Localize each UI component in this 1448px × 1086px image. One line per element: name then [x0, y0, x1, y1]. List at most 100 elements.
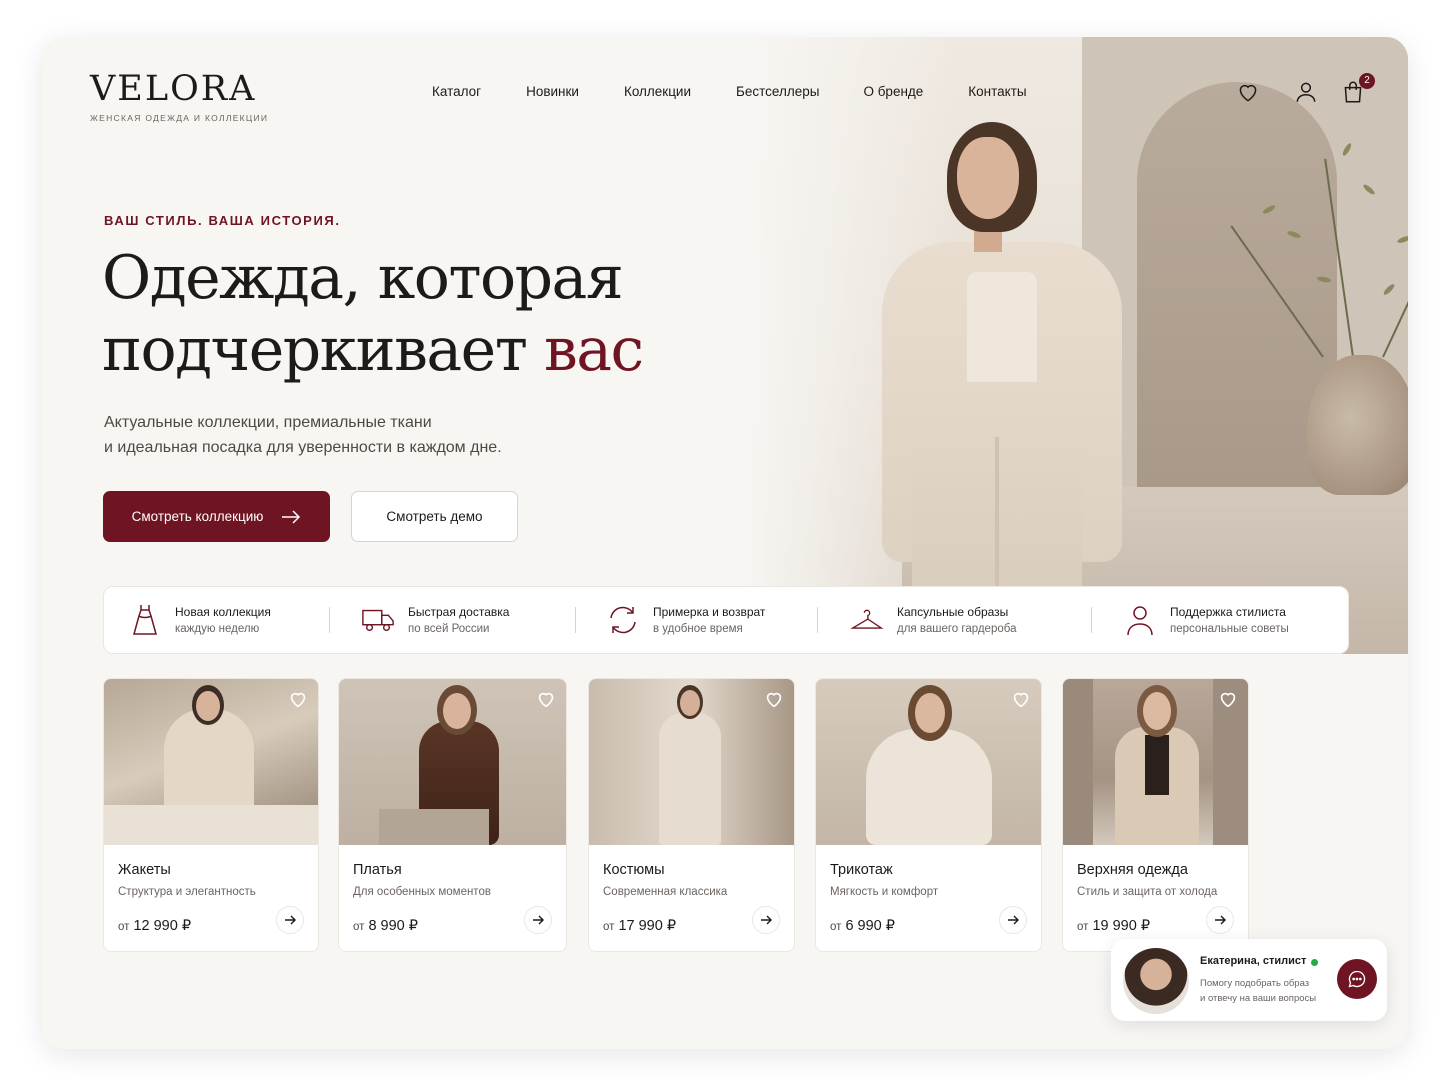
divider	[817, 607, 818, 633]
account-button[interactable]	[1293, 79, 1319, 105]
stylist-chat-widget[interactable]: Екатерина, стилист Помогу подобрать обра…	[1111, 939, 1387, 1021]
feature-delivery: Быстрая доставка по всей России	[361, 587, 509, 653]
heart-icon	[290, 692, 306, 708]
product-subtitle: Для особенных моментов	[353, 886, 491, 898]
arrow-right-icon	[285, 915, 296, 925]
price-prefix: от	[353, 921, 365, 933]
user-icon	[1296, 82, 1316, 102]
hero-image	[742, 37, 1408, 654]
feature-capsule: Капсульные образы для вашего гардероба	[850, 587, 1016, 653]
headline-accent: вас	[543, 315, 644, 385]
view-collection-button[interactable]: Смотреть коллекцию	[103, 491, 330, 542]
feature-sub: персональные советы	[1170, 623, 1289, 635]
open-product-button[interactable]	[524, 906, 552, 934]
feature-new-collection: Новая коллекция каждую неделю	[128, 587, 271, 653]
hero-headline: Одежда, которая подчеркивает вас	[102, 242, 644, 386]
product-subtitle: Современная классика	[603, 886, 728, 898]
feature-title: Новая коллекция	[175, 605, 271, 619]
product-price: от 6 990 ₽	[830, 918, 1027, 934]
chat-bubble-icon	[1348, 970, 1366, 988]
product-card-dresses[interactable]: Платья Для особенных моментов от 8 990 ₽	[338, 678, 567, 952]
open-chat-button[interactable]	[1337, 959, 1377, 999]
price-prefix: от	[830, 921, 842, 933]
open-product-button[interactable]	[1206, 906, 1234, 934]
brand-tagline: женская одежда и коллекции	[90, 113, 269, 123]
feature-fitting: Примерка и возврат в удобное время	[606, 587, 765, 653]
price-value: 6 990 ₽	[845, 918, 895, 934]
stylist-message-line-1: Помогу подобрать образ	[1200, 978, 1310, 989]
feature-sub: по всей России	[408, 623, 490, 635]
stylist-message: Помогу подобрать образ и отвечу на ваши …	[1200, 976, 1340, 1006]
divider	[329, 607, 330, 633]
feature-title: Поддержка стилиста	[1170, 605, 1286, 619]
feature-title: Капсульные образы	[897, 605, 1009, 619]
features-strip: Новая коллекция каждую неделю Быстрая до…	[103, 586, 1349, 654]
product-card-jackets[interactable]: Жакеты Структура и элегантность от 12 99…	[103, 678, 319, 952]
open-product-button[interactable]	[999, 906, 1027, 934]
feature-title: Примерка и возврат	[653, 605, 766, 619]
lead-line-1: Актуальные коллекции, премиальные ткани	[104, 414, 432, 431]
price-value: 8 990 ₽	[368, 918, 418, 934]
view-demo-button[interactable]: Смотреть демо	[351, 491, 518, 542]
product-card-knitwear[interactable]: Трикотаж Мягкость и комфорт от 6 990 ₽	[815, 678, 1042, 952]
product-title: Верхняя одежда	[1077, 862, 1188, 878]
brand-name: VELORA	[90, 69, 257, 109]
heart-icon	[1239, 84, 1257, 102]
product-card-suits[interactable]: Костюмы Современная классика от 17 990 ₽	[588, 678, 795, 952]
view-collection-label: Смотреть коллекцию	[131, 509, 264, 524]
arrow-right-icon	[761, 915, 772, 925]
stylist-message-line-2: и отвечу на ваши вопросы	[1200, 993, 1317, 1004]
truck-icon	[361, 603, 395, 637]
product-image	[339, 679, 566, 845]
feature-sub: каждую неделю	[175, 623, 260, 635]
favorite-button[interactable]	[287, 688, 309, 710]
nav-item-bestsellers[interactable]: Бестселлеры	[736, 84, 819, 99]
favorite-button[interactable]	[1010, 688, 1032, 710]
nav-item-about[interactable]: О бренде	[863, 84, 923, 99]
open-product-button[interactable]	[276, 906, 304, 934]
product-title: Жакеты	[118, 862, 171, 878]
nav-item-new[interactable]: Новинки	[526, 84, 579, 99]
headline-line-1: Одежда, которая	[102, 243, 624, 313]
product-subtitle: Стиль и защита от холода	[1077, 886, 1218, 898]
open-product-button[interactable]	[752, 906, 780, 934]
arrow-right-icon	[282, 509, 301, 524]
feature-title: Быстрая доставка	[408, 605, 510, 619]
headline-line-2-text: подчеркивает	[102, 315, 528, 385]
product-image	[104, 679, 318, 845]
product-subtitle: Мягкость и комфорт	[830, 886, 939, 898]
price-prefix: от	[603, 921, 615, 933]
stylist-avatar	[1123, 948, 1189, 1014]
price-value: 19 990 ₽	[1092, 918, 1151, 934]
page-frame: VELORA женская одежда и коллекции Катало…	[42, 37, 1408, 1049]
price-prefix: от	[118, 921, 130, 933]
hero-eyebrow: ВАШ СТИЛЬ. ВАША ИСТОРИЯ.	[104, 213, 341, 228]
heart-icon	[1013, 692, 1029, 708]
wishlist-button[interactable]	[1235, 79, 1261, 105]
lead-line-2: и идеальная посадка для уверенности в ка…	[104, 439, 502, 456]
refresh-icon	[606, 603, 640, 637]
nav-item-collections[interactable]: Коллекции	[624, 84, 691, 99]
product-image	[816, 679, 1041, 845]
favorite-button[interactable]	[1217, 688, 1239, 710]
main-nav: Каталог Новинки Коллекции Бестселлеры О …	[432, 84, 1027, 99]
hanger-icon	[850, 603, 884, 637]
product-price: от 8 990 ₽	[353, 918, 552, 934]
stylist-name: Екатерина, стилист	[1200, 955, 1307, 967]
heart-icon	[1220, 692, 1236, 708]
view-demo-label: Смотреть демо	[386, 509, 483, 524]
product-title: Платья	[353, 862, 402, 878]
online-status-indicator	[1311, 959, 1318, 966]
price-value: 12 990 ₽	[133, 918, 192, 934]
arrow-right-icon	[533, 915, 544, 925]
arrow-right-icon	[1215, 915, 1226, 925]
brand-logo[interactable]: VELORA женская одежда и коллекции	[90, 69, 268, 123]
favorite-button[interactable]	[763, 688, 785, 710]
price-prefix: от	[1077, 921, 1089, 933]
product-card-outerwear[interactable]: Верхняя одежда Стиль и защита от холода …	[1062, 678, 1249, 952]
favorite-button[interactable]	[535, 688, 557, 710]
nav-item-contacts[interactable]: Контакты	[968, 84, 1026, 99]
nav-item-catalog[interactable]: Каталог	[432, 84, 481, 99]
price-value: 17 990 ₽	[618, 918, 677, 934]
person-icon	[1123, 603, 1157, 637]
